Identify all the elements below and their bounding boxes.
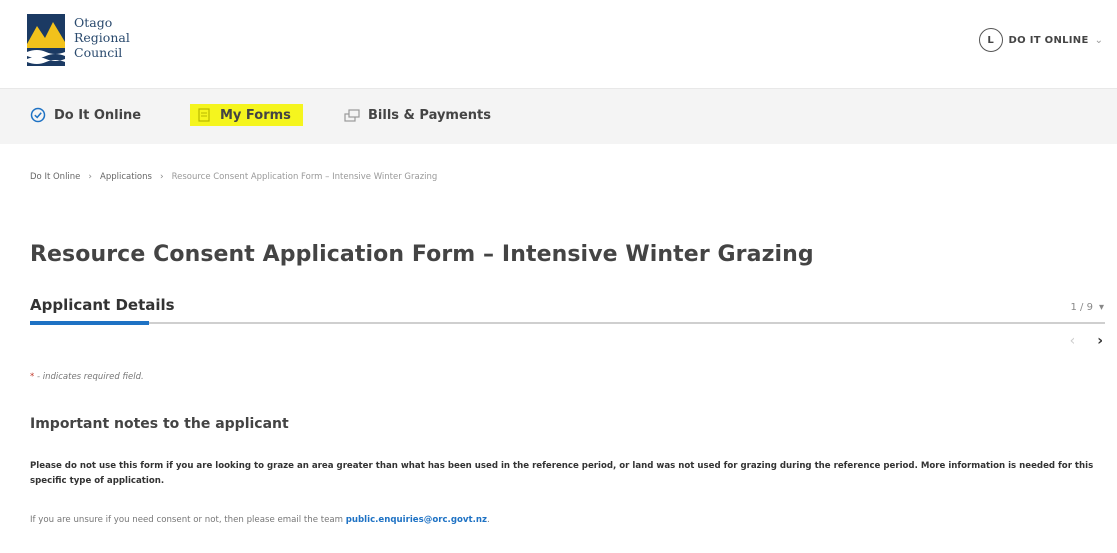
required-field-note: * - indicates required field.	[30, 372, 144, 382]
notes-heading: Important notes to the applicant	[30, 416, 289, 432]
logo-line: Council	[74, 45, 123, 60]
breadcrumb-separator-icon: ›	[159, 172, 164, 182]
logo-mark-icon	[27, 14, 65, 66]
breadcrumb-separator-icon: ›	[88, 172, 93, 182]
breadcrumb-link-applications[interactable]: Applications	[100, 172, 152, 182]
chevron-down-icon[interactable]: ▾	[1099, 302, 1104, 313]
logo-line: Regional	[74, 30, 130, 45]
nav-item-label[interactable]: Do It Online	[54, 108, 141, 123]
email-paragraph-suffix: .	[486, 515, 490, 525]
form-progress-fill	[30, 321, 150, 325]
section-title: Applicant Details	[30, 296, 175, 314]
nav-item-my-forms[interactable]: My Forms	[190, 104, 303, 126]
notes-paragraph: Please do not use this form if you are l…	[30, 461, 1094, 486]
breadcrumb-link-do-it-online[interactable]: Do It Online	[30, 172, 80, 182]
required-star: *	[30, 372, 35, 382]
do-it-online-menu[interactable]: L DO IT ONLINE ⌄	[978, 28, 1103, 52]
page-title: Resource Consent Application Form – Inte…	[30, 242, 814, 267]
logo-line: Otago	[74, 15, 113, 30]
forms-icon	[198, 108, 210, 122]
main-nav: Do It Online My Forms Bills & Payments	[0, 88, 1117, 144]
nav-item-do-it-online[interactable]: Do It Online	[30, 107, 141, 123]
step-indicator[interactable]: 1 / 9 ▾	[1071, 302, 1104, 313]
chevron-down-icon[interactable]: ⌄	[1095, 35, 1103, 46]
step-count[interactable]: 1 / 9	[1071, 302, 1093, 313]
breadcrumb: Do It Online › Applications › Resource C…	[30, 172, 437, 182]
breadcrumb-current: Resource Consent Application Form – Inte…	[171, 172, 438, 182]
previous-step-icon[interactable]: ‹	[1070, 333, 1076, 349]
step-pager: ‹ ›	[1070, 333, 1103, 349]
nav-item-bills-payments[interactable]: Bills & Payments	[344, 107, 491, 123]
site-header: Otago Regional Council L DO IT ONLINE ⌄	[0, 0, 1117, 88]
next-step-icon[interactable]: ›	[1097, 333, 1103, 349]
logo-text: Otago Regional Council	[74, 15, 130, 60]
nav-item-label[interactable]: My Forms	[220, 108, 291, 123]
check-circle-icon	[30, 107, 46, 123]
email-paragraph-text: If you are unsure if you need consent or…	[30, 515, 346, 525]
payment-icon	[344, 109, 360, 122]
required-note-text: - indicates required field.	[36, 372, 144, 382]
enquiries-email-link[interactable]: public.enquiries@orc.govt.nz	[346, 515, 487, 525]
form-progress-bar	[30, 321, 1105, 325]
email-paragraph: If you are unsure if you need consent or…	[30, 515, 490, 525]
user-avatar[interactable]: L	[978, 28, 1003, 52]
otago-regional-council-logo[interactable]: Otago Regional Council	[27, 14, 147, 74]
do-it-online-menu-label[interactable]: DO IT ONLINE	[1009, 35, 1089, 46]
nav-item-label[interactable]: Bills & Payments	[368, 108, 491, 123]
